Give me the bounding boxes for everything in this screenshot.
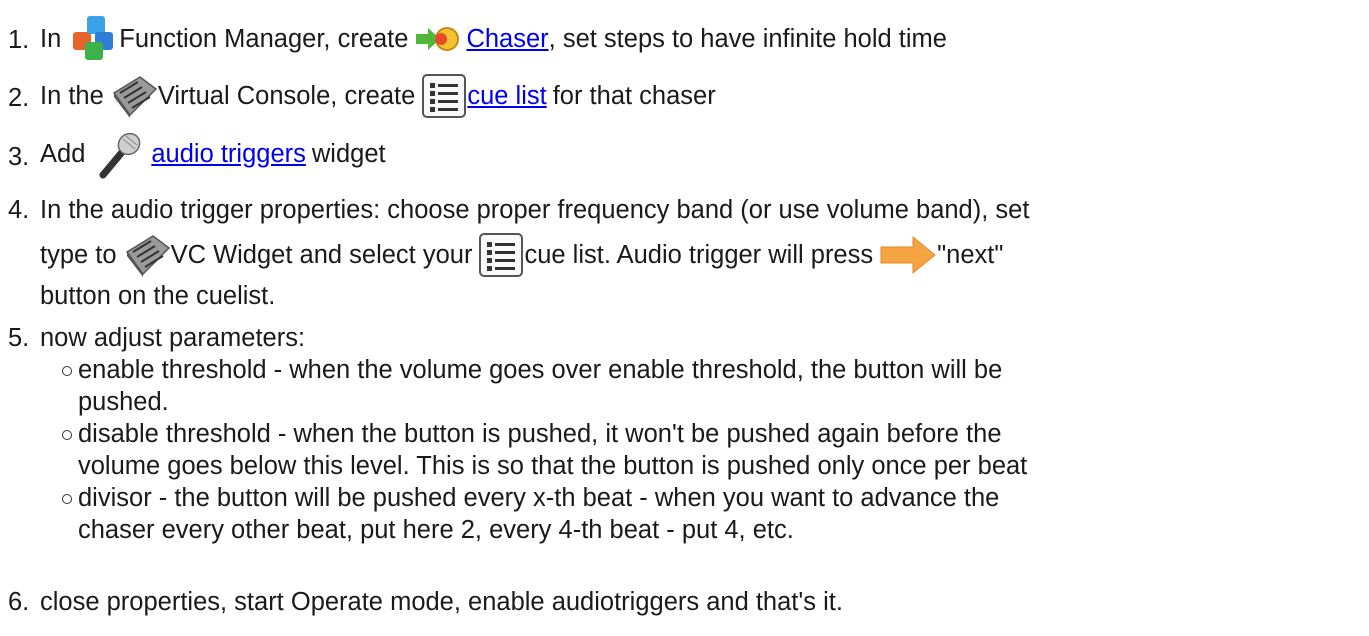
step-text: for that chaser [552,81,716,110]
step-number: 5. [8,324,30,352]
cue-list-icon [479,233,524,277]
chaser-icon [416,27,460,51]
cue-list-link[interactable]: cue list [467,82,546,111]
virtual-console-icon [112,76,157,118]
step-text: In the audio trigger properties: choose … [40,196,1030,224]
step-text: "next" [937,240,1004,269]
bullet-text: disable threshold - when the button is p… [78,420,1002,448]
step-text: In [40,24,62,53]
bullet-marker [62,366,72,376]
bullet-marker [62,430,72,440]
bullet-text: volume goes below this level. This is so… [78,452,1028,480]
step-number: 6. [8,588,30,616]
bullet-text: chaser every other beat, put here 2, eve… [78,516,794,544]
step-number: 4. [8,196,30,224]
step-text: cue list. Audio trigger will press [524,240,874,269]
step-text: Virtual Console, create [157,81,416,110]
step-number: 1. [8,26,30,54]
step-number: 3. [8,143,30,171]
step-text: type to [40,240,117,269]
audio-triggers-link[interactable]: audio triggers [151,140,306,169]
bullet-text: pushed. [78,388,169,416]
chaser-link[interactable]: Chaser [466,25,548,54]
step-text: widget [311,139,386,168]
bullet-text: enable threshold - when the volume goes … [78,356,1003,384]
step-text: close properties, start Operate mode, en… [40,588,843,616]
bullet-marker [62,494,72,504]
step-text: Function Manager, create [119,24,409,53]
virtual-console-icon [125,235,170,277]
step-text: , set steps to have infinite hold time [548,24,947,53]
step-text: now adjust parameters: [40,324,306,352]
step-text: button on the cuelist. [40,282,276,310]
step-text: In the [40,81,104,110]
step-text: VC Widget and select your [170,240,473,269]
microphone-icon [99,132,141,179]
step-text: Add [40,139,86,168]
cue-list-icon [422,74,467,118]
function-manager-icon [73,16,114,60]
bullet-text: divisor - the button will be pushed ever… [78,484,1000,512]
step-number: 2. [8,84,30,112]
next-arrow-icon [880,235,936,275]
